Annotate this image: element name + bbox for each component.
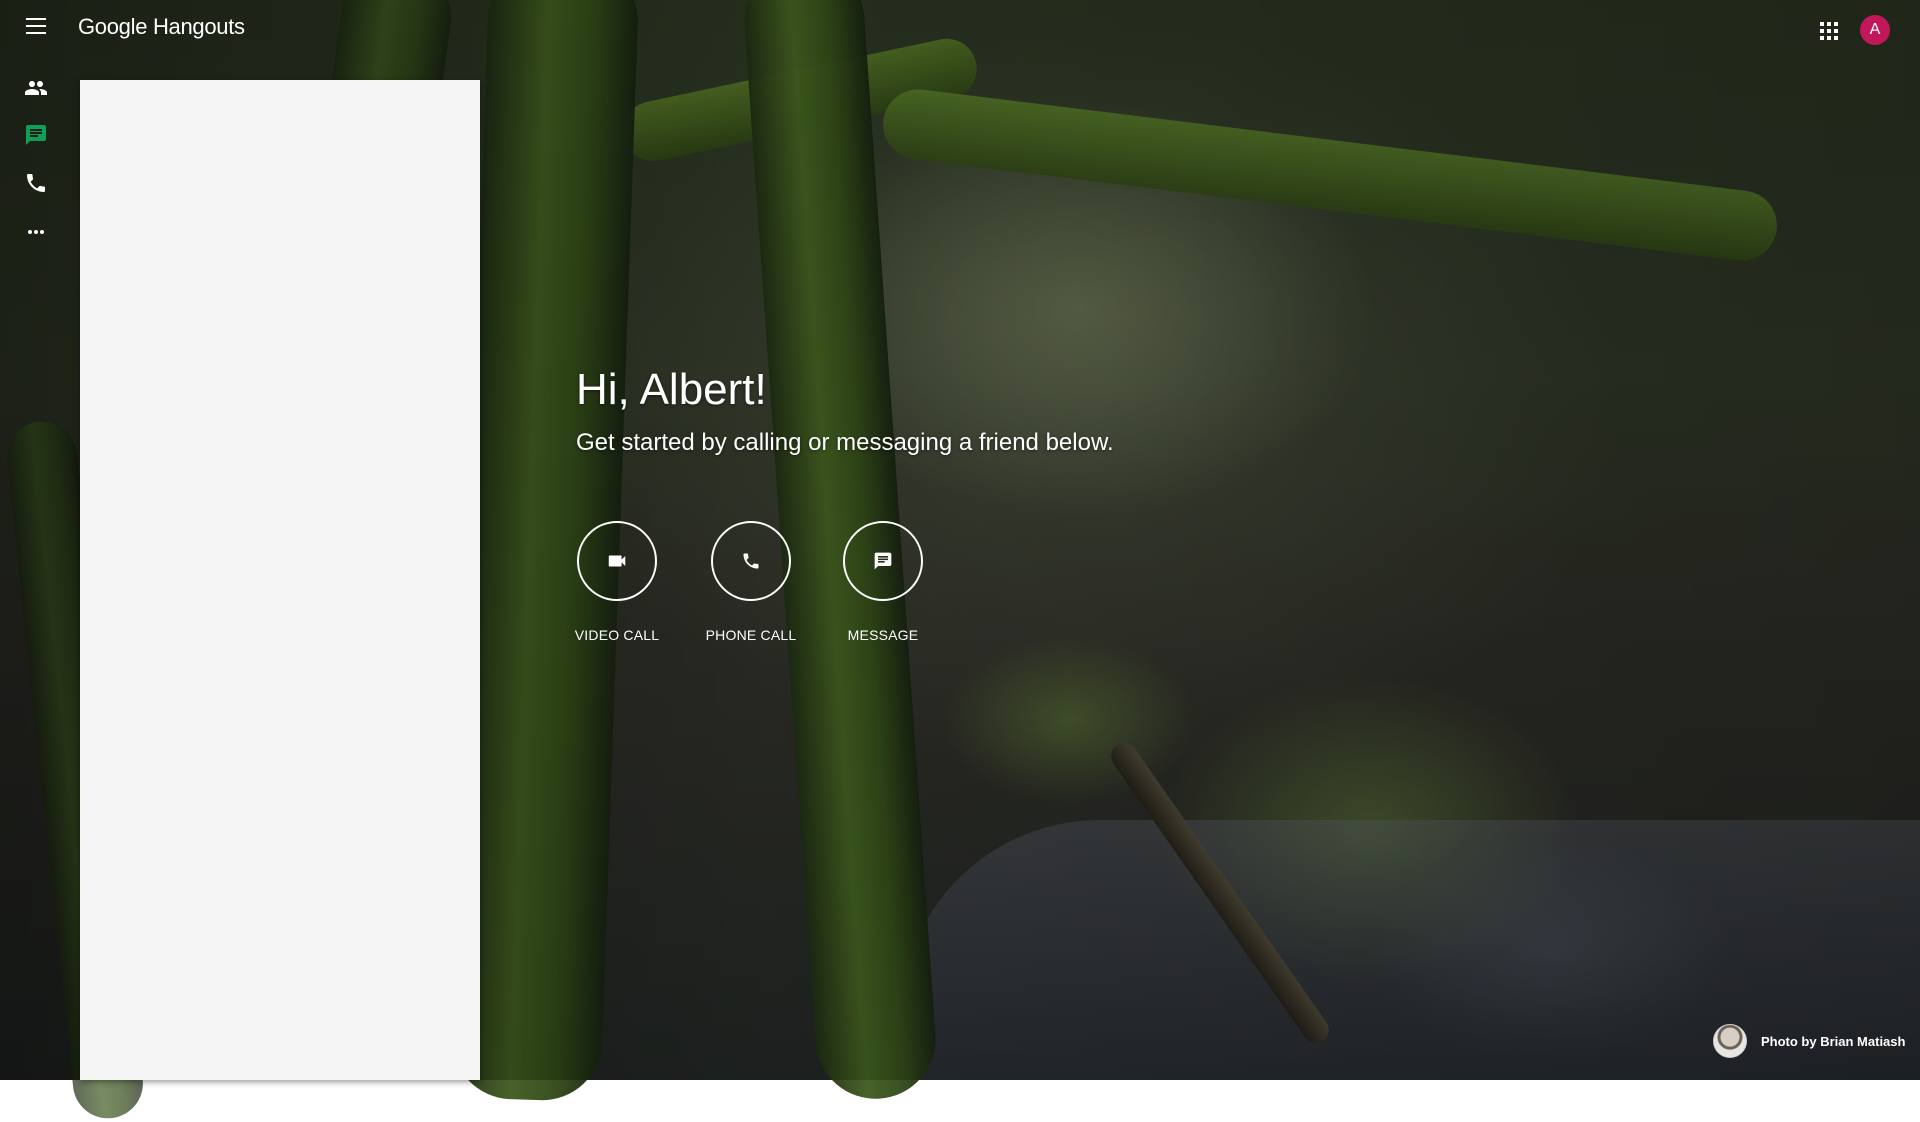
photo-credit[interactable]: Photo by Brian Matiash	[1713, 1024, 1905, 1058]
phone-icon[interactable]	[22, 169, 50, 197]
message-button[interactable]	[843, 521, 923, 601]
menu-icon-bar	[26, 32, 46, 34]
people-icon[interactable]	[22, 74, 50, 102]
apps-grid-icon[interactable]	[1820, 22, 1838, 40]
phone-icon	[743, 553, 759, 569]
logo-product: Hangouts	[152, 14, 245, 39]
videocam-icon	[608, 555, 626, 567]
message-action: MESSAGE	[813, 521, 953, 643]
greeting-title: Hi, Albert!	[576, 365, 767, 414]
menu-icon-bar	[26, 18, 46, 20]
menu-icon-bar	[26, 25, 46, 27]
video-call-action: VIDEO CALL	[547, 521, 687, 643]
chat-icon[interactable]	[22, 121, 50, 149]
photo-credit-text: Photo by Brian Matiash	[1761, 1033, 1906, 1049]
greeting-subtitle: Get started by calling or messaging a fr…	[576, 429, 1114, 456]
conversation-list-panel[interactable]	[80, 80, 480, 1080]
main-menu-button[interactable]	[22, 18, 50, 38]
video-call-button[interactable]	[577, 521, 657, 601]
message-icon	[874, 552, 892, 570]
logo-google: Google	[78, 14, 148, 39]
message-label: MESSAGE	[847, 627, 919, 643]
phone-call-action: PHONE CALL	[681, 521, 821, 643]
video-call-label: VIDEO CALL	[574, 627, 660, 643]
photographer-avatar	[1713, 1024, 1747, 1058]
more-icon[interactable]	[22, 218, 50, 246]
phone-call-label: PHONE CALL	[705, 627, 797, 643]
account-avatar[interactable]: A	[1860, 15, 1890, 45]
phone-call-button[interactable]	[711, 521, 791, 601]
app-logo[interactable]: Google Hangouts	[78, 14, 245, 40]
